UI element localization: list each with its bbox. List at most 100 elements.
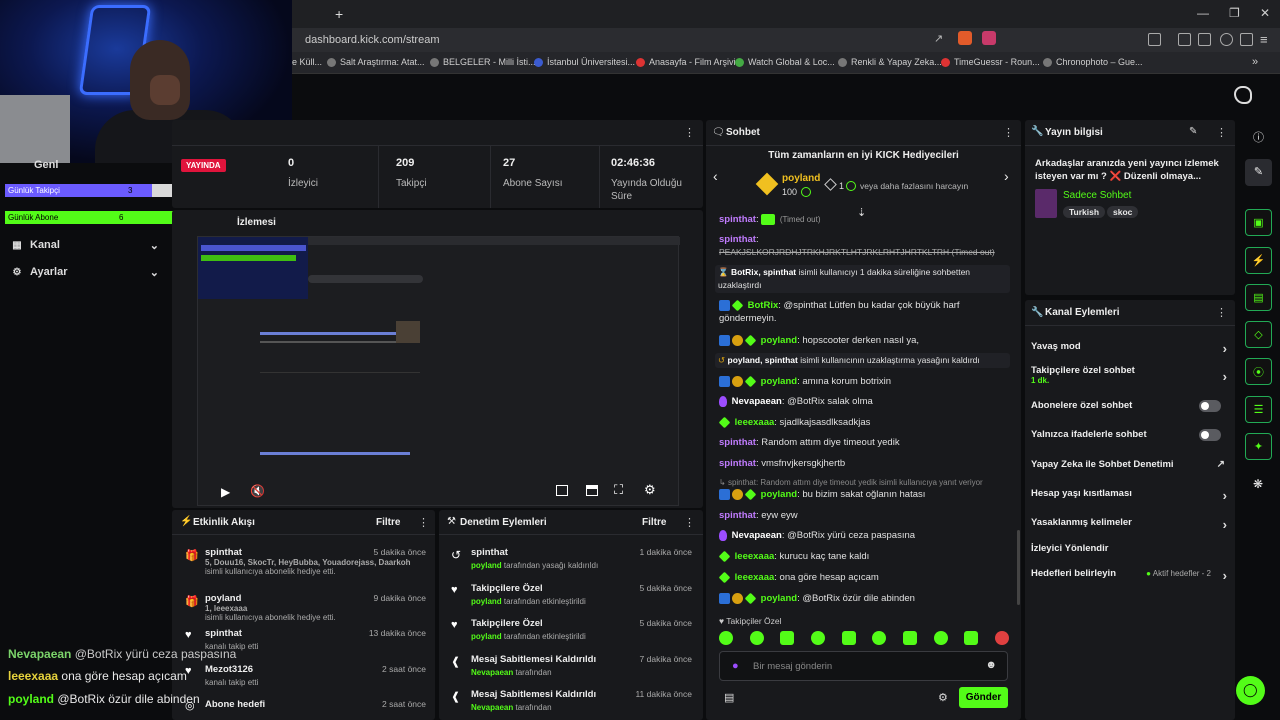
stack-icon[interactable]: ☰: [1245, 396, 1272, 423]
emote-icon[interactable]: [872, 631, 887, 645]
chat-username[interactable]: leeexaaa: [735, 417, 775, 428]
more-options-icon[interactable]: ⋮: [1216, 306, 1227, 319]
emote-icon[interactable]: [933, 631, 948, 645]
stream-preview-video[interactable]: [197, 236, 680, 506]
sidebar-item-ayarlar[interactable]: ⚙ Ayarlar ⌄: [12, 265, 159, 279]
bookmark-item[interactable]: Anasayfa - Film Arşivi: [636, 57, 736, 67]
tag-chip[interactable]: Turkish: [1063, 206, 1106, 218]
share-icon[interactable]: ↗: [934, 32, 943, 45]
moderation-filter-button[interactable]: Filtre: [642, 517, 666, 528]
emote-icon[interactable]: [810, 631, 825, 645]
chat-scrollbar[interactable]: [1017, 530, 1020, 605]
info-icon[interactable]: ⓘ: [1253, 129, 1264, 145]
minimize-button[interactable]: —: [1197, 6, 1209, 20]
emote-icon[interactable]: [902, 631, 917, 645]
more-options-icon[interactable]: ⋮: [418, 516, 429, 529]
sidebar-toggle-icon[interactable]: [1148, 33, 1161, 46]
subscribers-only-row[interactable]: Abonelere özel sohbet: [1031, 400, 1227, 414]
chat-username[interactable]: poyland: [761, 376, 797, 387]
send-button[interactable]: Gönder: [959, 687, 1008, 708]
chat-username[interactable]: poyland: [761, 593, 797, 604]
chat-username[interactable]: poyland: [761, 489, 797, 500]
bookmark-item[interactable]: e Küll...: [292, 57, 322, 67]
banned-words-row[interactable]: Yasaklanmış kelimeler ›: [1031, 517, 1227, 532]
fullscreen-icon[interactable]: ⛶: [614, 482, 623, 498]
chevron-left-icon[interactable]: ‹: [713, 168, 718, 184]
slow-mode-row[interactable]: Yavaş mod ›: [1031, 341, 1227, 356]
chat-username[interactable]: spinthat: [719, 510, 756, 521]
brave-shield-icon[interactable]: [958, 31, 972, 45]
chat-username[interactable]: spinthat: [719, 214, 756, 225]
chevron-right-icon[interactable]: ›: [1004, 168, 1009, 184]
sidebar-item-kanal[interactable]: ▦ Kanal ⌄: [12, 238, 159, 252]
more-options-icon[interactable]: ⋮: [1216, 126, 1227, 139]
emoji-icon[interactable]: ☻: [985, 659, 997, 671]
chat-bubble-icon[interactable]: ◇: [1245, 321, 1272, 348]
bookmarks-overflow-icon[interactable]: »: [1252, 56, 1258, 68]
emote-icon[interactable]: [994, 631, 1009, 645]
shield-icon[interactable]: [1240, 33, 1253, 46]
close-window-button[interactable]: ✕: [1260, 6, 1270, 20]
kick-profile-icon[interactable]: [1234, 86, 1252, 104]
chat-username[interactable]: BotRix: [748, 300, 779, 311]
emote-icon[interactable]: [841, 631, 856, 645]
bookmark-item[interactable]: Watch Global & Loc...: [735, 57, 835, 67]
document-icon[interactable]: ▤: [1245, 284, 1272, 311]
clip-icon[interactable]: ▣: [1245, 209, 1272, 236]
more-options-icon[interactable]: ⋮: [1003, 126, 1014, 139]
chat-username[interactable]: leeexaaa: [735, 572, 775, 583]
lightning-icon[interactable]: ⚡: [1245, 247, 1272, 274]
subscribers-only-toggle[interactable]: [1199, 400, 1221, 412]
apps-icon[interactable]: ❋: [1253, 477, 1263, 491]
chat-username[interactable]: poyland: [761, 335, 797, 346]
bookmark-item[interactable]: TimeGuessr - Roun...: [941, 57, 1040, 67]
emotes-only-row[interactable]: Yalnızca ifadelerle sohbet: [1031, 429, 1227, 443]
new-tab-button[interactable]: +: [335, 6, 343, 22]
maximize-button[interactable]: ❐: [1229, 6, 1240, 20]
play-icon[interactable]: ▶: [221, 485, 230, 499]
emote-icon[interactable]: [749, 631, 764, 645]
ai-moderation-row[interactable]: Yapay Zeka ile Sohbet Denetimi ↗: [1031, 459, 1227, 473]
settings-gear-icon[interactable]: ⚙: [644, 482, 656, 498]
chat-username[interactable]: spinthat: [719, 437, 756, 448]
bookmark-item[interactable]: Salt Araştırma: Atat...: [327, 57, 425, 67]
reader-icon[interactable]: [1178, 33, 1191, 46]
category-link[interactable]: Sadece Sohbet: [1063, 190, 1131, 201]
emote-icon[interactable]: [780, 631, 795, 645]
chat-input[interactable]: ● Bir mesaj gönderin ☻: [719, 651, 1008, 681]
more-options-icon[interactable]: ⋮: [684, 126, 695, 139]
chat-username[interactable]: spinthat: [719, 234, 756, 245]
theater-icon[interactable]: [586, 485, 598, 496]
sidebar-item-general[interactable]: Genl: [8, 159, 160, 171]
menu-icon[interactable]: ≡: [1260, 32, 1268, 47]
followers-only-row[interactable]: Takipçilere özel sohbet 1 dk. ›: [1031, 365, 1227, 389]
emote-icon[interactable]: [964, 631, 979, 645]
tool-icon[interactable]: ✦: [1245, 433, 1272, 460]
wallet-icon[interactable]: [1198, 33, 1211, 46]
host-row[interactable]: İzleyici Yönlendir: [1031, 543, 1227, 557]
emote-icon[interactable]: [719, 631, 733, 645]
url-field[interactable]: dashboard.kick.com/stream: [305, 34, 440, 46]
edit-layout-icon[interactable]: ✎: [1245, 159, 1272, 186]
mute-icon[interactable]: 🔇: [250, 484, 265, 498]
bookmark-item[interactable]: İstanbul Üniversitesi...: [534, 57, 635, 67]
bookmark-item[interactable]: Renkli & Yapay Zeka...: [838, 57, 942, 67]
gift-box-icon[interactable]: ▤: [724, 691, 734, 704]
brave-rewards-icon[interactable]: [982, 31, 996, 45]
more-options-icon[interactable]: ⋮: [684, 516, 695, 529]
chat-settings-icon[interactable]: ⚙: [938, 691, 948, 704]
bookmark-item[interactable]: BELGELER - Milli İsti...: [430, 57, 536, 67]
chat-username[interactable]: spinthat: [719, 458, 756, 469]
goals-row[interactable]: Hedefleri belirleyin ● Aktif hedefler - 2…: [1031, 568, 1227, 583]
emotes-only-toggle[interactable]: [1199, 429, 1221, 441]
tag-chip[interactable]: skoc: [1107, 206, 1139, 218]
pip-icon[interactable]: [556, 485, 568, 496]
chat-username[interactable]: Nevapaean: [732, 396, 782, 407]
account-age-row[interactable]: Hesap yaşı kısıtlaması ›: [1031, 488, 1227, 503]
bookmark-item[interactable]: Chronophoto – Gue...: [1043, 57, 1143, 67]
edit-icon[interactable]: ✎: [1189, 126, 1197, 137]
activity-filter-button[interactable]: Filtre: [376, 517, 400, 528]
broadcast-icon[interactable]: ⦿: [1245, 358, 1272, 385]
chat-username[interactable]: leeexaaa: [735, 551, 775, 562]
vpn-icon[interactable]: [1220, 33, 1233, 46]
